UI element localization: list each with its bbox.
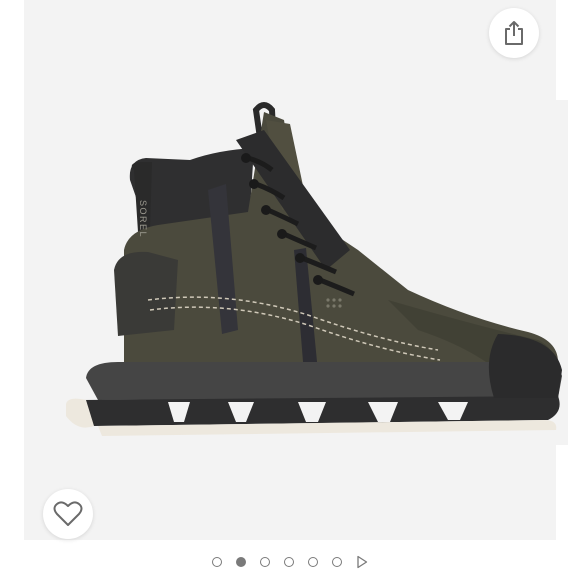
heart-outline-icon [53,501,83,526]
carousel-pagination [0,552,580,572]
carousel-dot-4[interactable] [284,557,294,567]
share-button[interactable] [489,8,539,58]
carousel-dot-6[interactable] [332,557,342,567]
carousel-dot-2-active[interactable] [236,557,246,567]
product-photo-boot[interactable]: SOREL [58,100,568,445]
carousel-dot-3[interactable] [260,557,270,567]
boot-illustration: SOREL [66,102,562,436]
play-triangle-icon[interactable] [356,555,368,569]
share-icon [505,21,523,45]
like-button[interactable] [43,489,93,539]
carousel-dot-5[interactable] [308,557,318,567]
carousel-dot-1[interactable] [212,557,222,567]
brand-logo-text: SOREL [138,200,148,238]
image-viewer: SOREL [24,0,568,540]
